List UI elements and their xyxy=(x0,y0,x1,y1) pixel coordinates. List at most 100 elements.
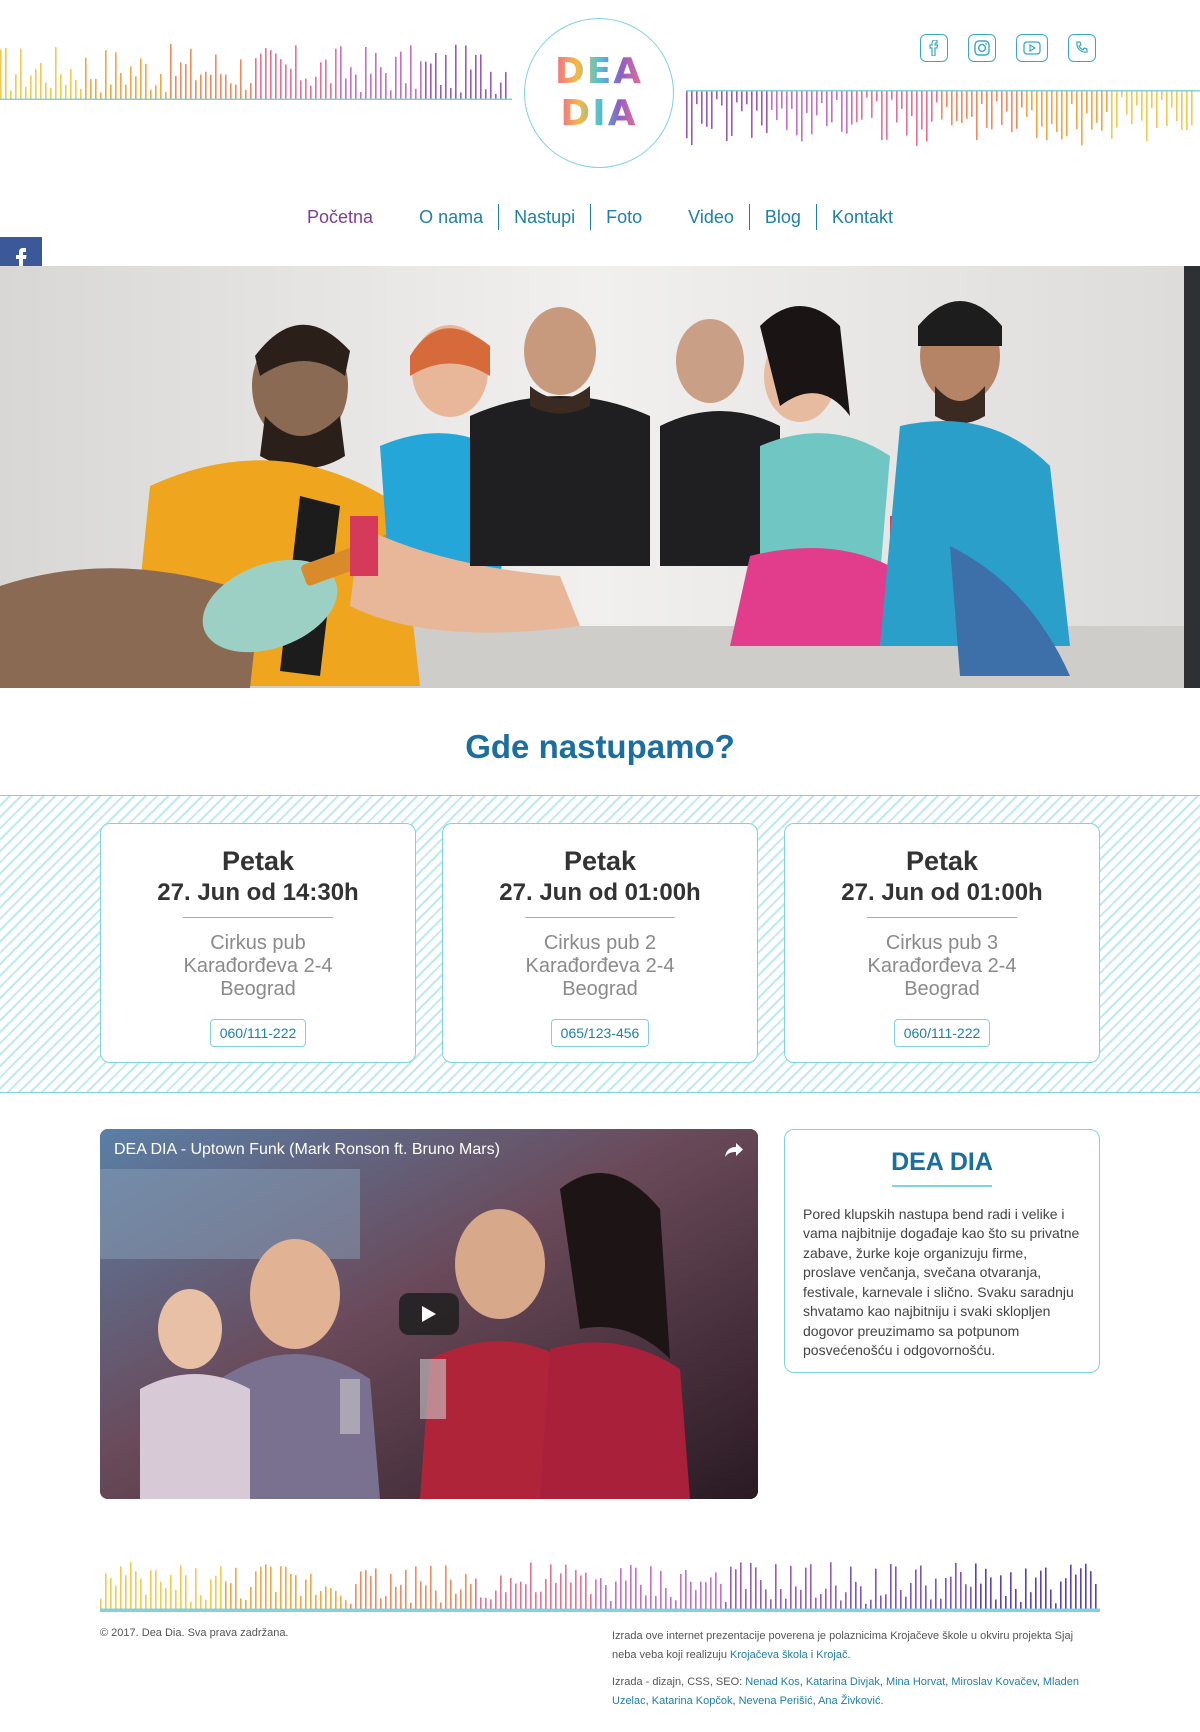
wave-bar xyxy=(450,88,452,100)
wave-bar xyxy=(145,1594,147,1610)
wave-bar xyxy=(685,1570,687,1610)
team-member-link[interactable]: Nenad Kos xyxy=(745,1676,799,1688)
wave-bar xyxy=(1001,90,1003,125)
wave-bar xyxy=(225,1581,227,1610)
wave-bar xyxy=(325,59,327,100)
wave-bar xyxy=(1076,90,1078,130)
wave-bar xyxy=(480,1597,482,1610)
team-member-link[interactable]: Nevena Perišić xyxy=(739,1695,813,1707)
wave-bar xyxy=(935,1578,937,1610)
wave-bar xyxy=(740,1562,742,1610)
wave-bar xyxy=(665,1588,667,1610)
wave-bar xyxy=(1041,90,1043,127)
event-phone-button[interactable]: 060/111-222 xyxy=(893,1019,991,1047)
wave-bar xyxy=(965,1584,967,1610)
wave-bar xyxy=(741,90,743,112)
team-member-link[interactable]: Ana Živković xyxy=(818,1695,880,1707)
event-phone-button[interactable]: 060/111-222 xyxy=(209,1019,307,1047)
wave-bar xyxy=(475,1578,477,1610)
credits-link-krojaceva-skola[interactable]: Krojačeva škola xyxy=(730,1649,808,1661)
wave-bar xyxy=(370,1576,372,1610)
wave-bar xyxy=(996,90,998,102)
wave-bar xyxy=(570,1582,572,1610)
sound-wave-footer xyxy=(100,1562,1100,1610)
wave-bar xyxy=(480,54,482,100)
nav-item-pocetna[interactable]: Početna xyxy=(292,205,388,230)
wave-bar xyxy=(1166,90,1168,127)
wave-bar xyxy=(470,69,472,100)
wave-bar xyxy=(931,90,933,122)
wave-bar xyxy=(555,1582,557,1610)
wave-bar xyxy=(1141,90,1143,121)
nav-item-kontakt[interactable]: Kontakt xyxy=(817,205,908,230)
event-phone-button[interactable]: 065/123-456 xyxy=(550,1019,650,1047)
wave-bar xyxy=(901,90,903,109)
wave-bar xyxy=(850,1566,852,1610)
wave-bar xyxy=(940,1598,942,1610)
wave-bar xyxy=(930,1599,932,1610)
wave-bar xyxy=(445,54,447,100)
event-city: Beograd xyxy=(904,978,980,1000)
wave-bar xyxy=(1081,90,1083,146)
wave-bar xyxy=(700,1581,702,1610)
facebook-icon[interactable] xyxy=(920,34,948,62)
wave-bar xyxy=(876,90,878,102)
copyright-text: © 2017. Dea Dia. Sva prava zadržana. xyxy=(100,1627,289,1639)
play-button[interactable] xyxy=(399,1293,459,1335)
wave-bar xyxy=(285,1566,287,1610)
wave-bar xyxy=(760,1580,762,1610)
video-share-icon[interactable] xyxy=(724,1141,744,1164)
wave-bar xyxy=(435,1590,437,1610)
wave-bar xyxy=(720,1583,722,1610)
wave-bar xyxy=(1031,90,1033,111)
wave-bar xyxy=(125,1575,127,1610)
nav-item-foto[interactable]: Foto xyxy=(591,205,657,230)
credits-paragraph: Izrada ove internet prezentacije poveren… xyxy=(612,1627,1100,1665)
team-member-link[interactable]: Katarina Divjak xyxy=(806,1676,880,1688)
wave-bar xyxy=(726,90,728,141)
event-address: Karađorđeva 2-4 xyxy=(183,955,333,977)
wave-bar xyxy=(115,52,117,100)
nav-item-nastupi[interactable]: Nastupi xyxy=(499,205,590,230)
wave-bar xyxy=(485,1597,487,1610)
nav-item-video[interactable]: Video xyxy=(673,205,749,230)
nav-item-blog[interactable]: Blog xyxy=(750,205,816,230)
wave-bar xyxy=(15,74,17,100)
wave-bar xyxy=(185,64,187,100)
wave-bar xyxy=(445,1565,447,1610)
wave-bar xyxy=(841,90,843,132)
site-logo[interactable]: DEA DIA xyxy=(524,18,674,168)
nav-item-o-nama[interactable]: O nama xyxy=(404,205,498,230)
wave-bar xyxy=(70,69,72,100)
event-venue: Cirkus pub xyxy=(210,932,306,954)
wave-bar xyxy=(791,90,793,109)
wave-bar xyxy=(105,50,107,100)
wave-bar xyxy=(650,1566,652,1610)
wave-bar xyxy=(30,75,32,100)
youtube-icon[interactable] xyxy=(1016,34,1048,62)
phone-icon[interactable] xyxy=(1068,34,1096,62)
wave-bar xyxy=(971,90,973,117)
instagram-icon[interactable] xyxy=(968,34,996,62)
band-photo-illustration xyxy=(0,266,1184,688)
wave-bar xyxy=(345,78,347,100)
wave-bar xyxy=(916,90,918,146)
wave-bar xyxy=(920,1565,922,1610)
wave-bar xyxy=(505,1592,507,1610)
wave-bar xyxy=(500,82,502,100)
wave-bar xyxy=(350,67,352,100)
credits-link-krojac[interactable]: Krojač xyxy=(816,1649,847,1661)
wave-bar xyxy=(1091,90,1093,130)
wave-bar xyxy=(335,1590,337,1610)
video-player[interactable]: DEA DIA - Uptown Funk (Mark Ronson ft. B… xyxy=(100,1129,758,1499)
site-header: DEA DIA xyxy=(0,0,1200,180)
team-member-link[interactable]: Miroslav Kovačev xyxy=(951,1676,1036,1688)
wave-bar xyxy=(270,50,272,100)
team-member-link[interactable]: Katarina Kopčok xyxy=(652,1695,733,1707)
wave-bar xyxy=(400,51,402,100)
team-member-link[interactable]: Mina Horvat xyxy=(886,1676,945,1688)
wave-bar xyxy=(130,1562,132,1610)
wave-bar xyxy=(175,75,177,100)
wave-bar xyxy=(785,1598,787,1610)
wave-bar xyxy=(1176,90,1178,121)
